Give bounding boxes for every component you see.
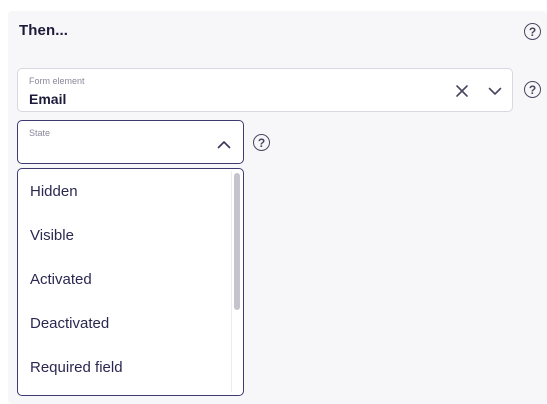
options-scrollbar[interactable]	[231, 171, 240, 392]
option-hidden[interactable]: Hidden	[30, 183, 78, 200]
option-activated[interactable]: Activated	[30, 271, 92, 288]
form-element-select[interactable]: Form element Email	[17, 68, 513, 112]
help-icon[interactable]: ?	[524, 23, 541, 40]
help-glyph: ?	[528, 24, 537, 39]
form-element-label: Form element	[29, 76, 85, 86]
option-required-field[interactable]: Required field	[30, 359, 123, 376]
chevron-up-icon[interactable]	[216, 137, 232, 153]
help-glyph: ?	[528, 82, 537, 97]
help-glyph: ?	[257, 135, 266, 150]
scrollbar-thumb[interactable]	[234, 173, 240, 310]
form-element-value: Email	[29, 91, 67, 107]
option-visible[interactable]: Visible	[30, 227, 74, 244]
option-deactivated[interactable]: Deactivated	[30, 315, 109, 332]
form-element-help-icon[interactable]: ?	[524, 81, 541, 98]
close-icon[interactable]	[454, 83, 470, 99]
state-label: State	[29, 128, 51, 138]
section-title: Then...	[19, 22, 69, 39]
state-options-list[interactable]: Hidden Visible Activated Deactivated Req…	[17, 168, 244, 396]
chevron-down-icon[interactable]	[487, 83, 503, 99]
state-select[interactable]: State	[17, 120, 244, 164]
state-help-icon[interactable]: ?	[253, 134, 270, 151]
